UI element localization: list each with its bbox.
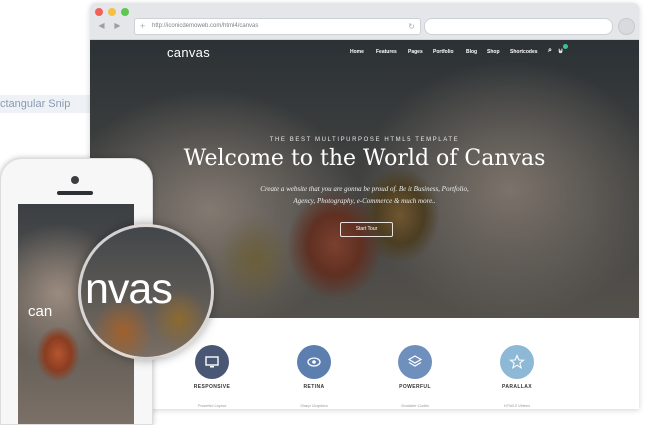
browser-search-input[interactable] (424, 18, 613, 35)
back-arrow-icon[interactable]: ◀ (96, 20, 107, 31)
site-logo[interactable]: canvas (167, 45, 210, 60)
start-tour-button[interactable]: Start Tour (340, 222, 393, 237)
nav-pages[interactable]: Pages (408, 49, 423, 55)
reload-icon[interactable]: ↻ (408, 19, 415, 34)
feature-title: RESPONSIVE (193, 384, 231, 390)
phone-speaker (57, 191, 93, 195)
hero-subtext-line2: Agency, Photography, e-Commerce & much m… (293, 197, 436, 205)
nav-blog[interactable]: Blog (466, 49, 477, 55)
magnified-logo-text: nvas (85, 265, 173, 313)
monitor-icon (195, 345, 229, 379)
magnifier-lens: nvas (78, 224, 214, 360)
hero-subtext-line1: Create a website that you are gonna be p… (260, 185, 469, 193)
hero-subtext: Create a website that you are gonna be p… (235, 183, 494, 207)
feature-title: POWERFUL (399, 384, 431, 390)
add-tab-icon[interactable]: + (140, 19, 145, 34)
hero-kicker: THE BEST MULTIPURPOSE HTML5 TEMPLATE (269, 137, 460, 143)
search-icon[interactable]: ⌕ (548, 47, 552, 55)
address-bar[interactable]: + http://iconicdemoweb.com/html4/canvas … (134, 18, 421, 35)
feature-subtitle: Sharp Graphics (300, 403, 328, 408)
phone-camera (71, 176, 79, 184)
feature-subtitle: Scalable Codes (400, 403, 430, 408)
nav-portfolio[interactable]: Portfolio (433, 49, 454, 55)
nav-features[interactable]: Features (376, 49, 397, 55)
browser-toolbar: ◀ ▶ + http://iconicdemoweb.com/html4/can… (90, 3, 639, 40)
phone-site-logo: can (28, 303, 53, 320)
feature-title: PARALLAX (501, 384, 533, 390)
nav-home[interactable]: Home (350, 49, 364, 55)
feature-subtitle: Powerful Layout (197, 403, 227, 408)
nav-shortcodes[interactable]: Shortcodes (510, 49, 538, 55)
forward-arrow-icon[interactable]: ▶ (112, 20, 123, 31)
cart-count-badge (563, 44, 568, 49)
close-window-button[interactable] (95, 8, 103, 16)
star-icon (500, 345, 534, 379)
feature-subtitle: HTML5 Videos (503, 403, 531, 408)
browser-menu-button[interactable] (618, 18, 635, 35)
eye-icon (297, 345, 331, 379)
maximize-window-button[interactable] (121, 8, 129, 16)
hero-headline: Welcome to the World of Canvas (183, 146, 546, 171)
cart-icon[interactable]: ⊌ (558, 47, 563, 55)
minimize-window-button[interactable] (108, 8, 116, 16)
address-url: http://iconicdemoweb.com/html4/canvas (152, 23, 259, 29)
layers-icon (398, 345, 432, 379)
feature-title: RETINA (303, 384, 325, 390)
nav-shop[interactable]: Shop (487, 49, 500, 55)
